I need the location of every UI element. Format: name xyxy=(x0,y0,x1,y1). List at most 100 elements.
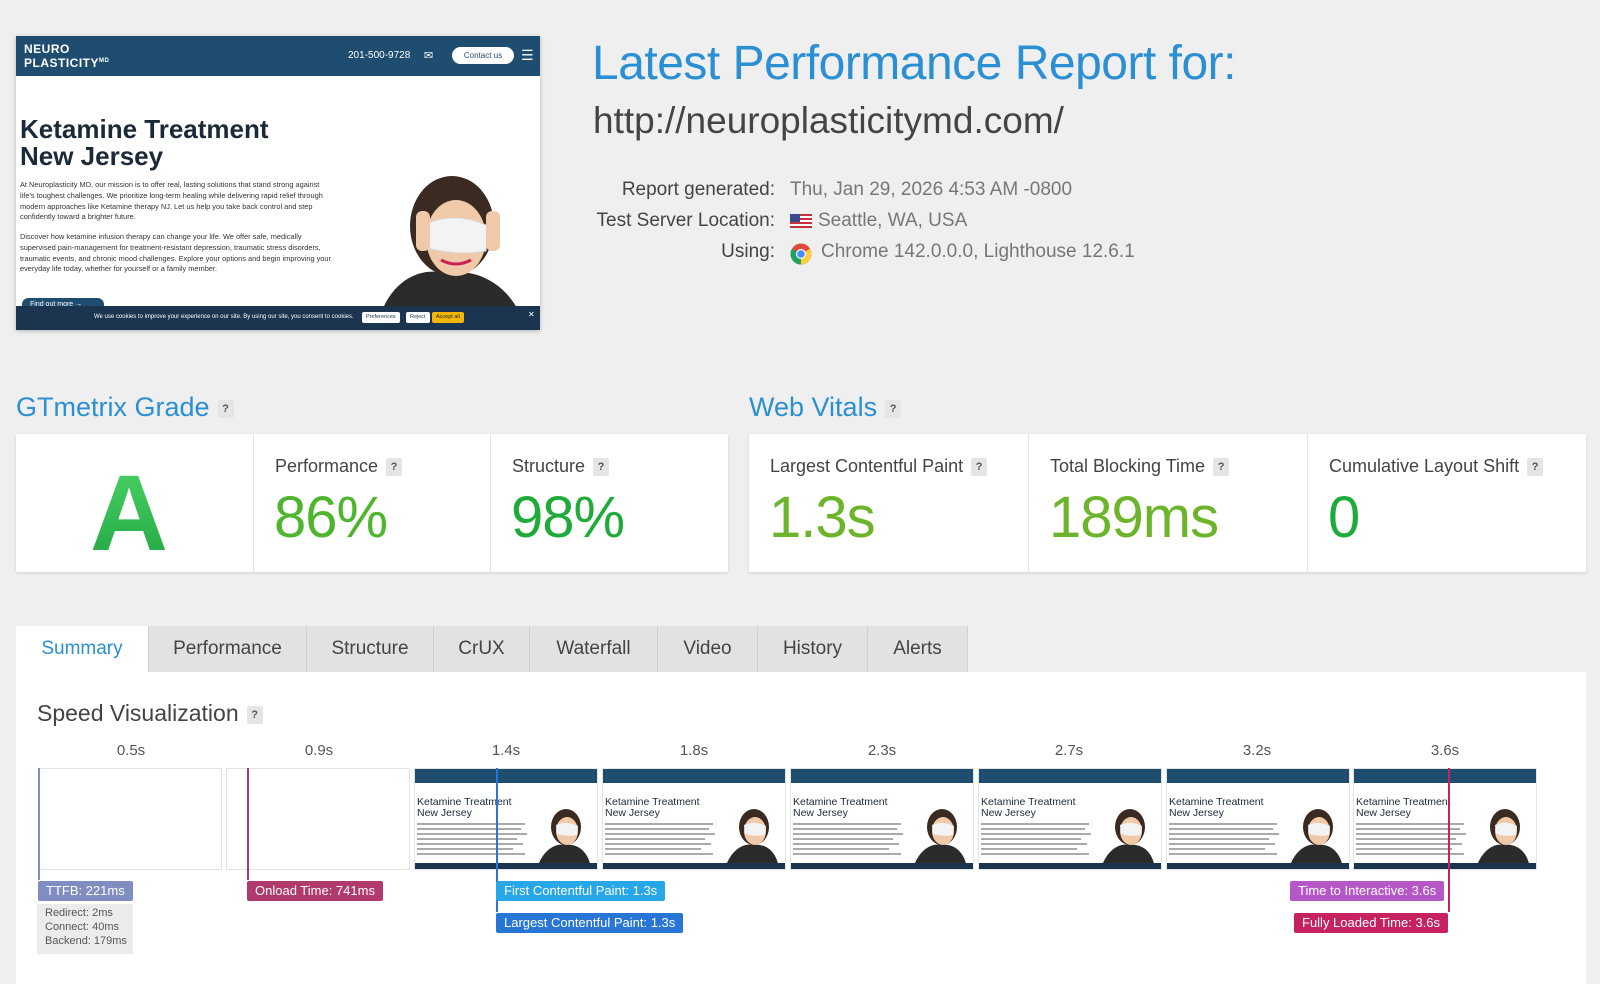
cls-cell: Cumulative Layout Shift? 0 xyxy=(1307,434,1586,572)
tab-performance[interactable]: Performance xyxy=(149,626,307,672)
ttfb-marker[interactable]: TTFB: 221ms xyxy=(38,881,133,901)
tab-structure[interactable]: Structure xyxy=(307,626,434,672)
gtmetrix-grade-card: A Performance? 86% Structure? 98% xyxy=(16,434,728,573)
tbt-label-row: Total Blocking Time? xyxy=(1050,456,1230,477)
frame-cookie-bar xyxy=(1354,863,1536,869)
help-icon[interactable]: ? xyxy=(217,399,234,418)
using-value: Chrome 142.0.0.0, Lighthouse 12.6.1 xyxy=(821,241,1135,262)
help-icon[interactable]: ? xyxy=(885,399,902,418)
help-icon[interactable]: ? xyxy=(386,458,403,477)
preview-phone: 201-500-9728 xyxy=(348,50,411,61)
timeline-tick: 3.2s xyxy=(1242,742,1272,759)
frame-header xyxy=(415,769,597,783)
frame-cookie-bar xyxy=(979,863,1161,869)
fcp-marker[interactable]: First Contentful Paint: 1.3s xyxy=(496,881,666,901)
preview-logo-sup: MD xyxy=(99,58,110,64)
filmstrip-frame[interactable]: Ketamine Treatment New Jersey xyxy=(1166,768,1350,870)
report-title: Latest Performance Report for: xyxy=(592,37,1236,90)
frame-hero-image xyxy=(1101,809,1155,869)
frame-text-line xyxy=(1169,853,1277,855)
tab-summary[interactable]: Summary xyxy=(16,626,149,672)
frame-text-line xyxy=(793,823,901,825)
frame-text-line xyxy=(981,833,1091,835)
tti-marker[interactable]: Time to Interactive: 3.6s xyxy=(1290,881,1445,901)
frame-text-line xyxy=(417,843,523,845)
frame-text-line xyxy=(793,853,901,855)
filmstrip-frame-blank[interactable] xyxy=(226,768,410,870)
frame-header xyxy=(1354,769,1536,783)
frame-hero-image xyxy=(725,809,779,869)
structure-cell: Structure? 98% xyxy=(490,434,728,572)
help-icon[interactable]: ? xyxy=(971,458,988,477)
frame-title: Ketamine Treatment New Jersey xyxy=(417,796,512,819)
frame-text-line xyxy=(1169,848,1265,850)
lcp-label-row: Largest Contentful Paint? xyxy=(770,456,988,477)
tab-history[interactable]: History xyxy=(758,626,868,672)
filmstrip-frame[interactable]: Ketamine Treatment New Jersey xyxy=(978,768,1162,870)
preview-hero-image xyxy=(376,176,526,330)
frame-hero-image xyxy=(1476,809,1530,869)
frame-title: Ketamine Treatment New Jersey xyxy=(981,796,1076,819)
server-location-label: Test Server Location: xyxy=(596,210,775,231)
cls-label: Cumulative Layout Shift xyxy=(1329,456,1520,476)
fully-loaded-line xyxy=(1448,768,1450,912)
frame-text-line xyxy=(981,838,1081,840)
frame-text-line xyxy=(417,838,517,840)
onload-marker[interactable]: Onload Time: 741ms xyxy=(247,881,383,901)
filmstrip-frame[interactable]: Ketamine Treatment New Jersey xyxy=(414,768,598,870)
frame-text-line xyxy=(981,828,1085,830)
frame-cookie-bar xyxy=(415,863,597,869)
frame-cookie-bar xyxy=(1167,863,1349,869)
tab-alerts[interactable]: Alerts xyxy=(868,626,968,672)
performance-value: 86% xyxy=(274,485,388,550)
frame-text-line xyxy=(981,823,1089,825)
tbt-cell: Total Blocking Time? 189ms xyxy=(1028,434,1307,572)
frame-text-line xyxy=(605,848,701,850)
frame-text-line xyxy=(1169,838,1269,840)
filmstrip-frame[interactable]: Ketamine Treatment New Jersey xyxy=(790,768,974,870)
help-icon[interactable]: ? xyxy=(1213,458,1230,477)
tab-crux[interactable]: CrUX xyxy=(434,626,530,672)
frame-text-line xyxy=(981,848,1077,850)
frame-title: Ketamine Treatment New Jersey xyxy=(1356,796,1451,819)
structure-label-row: Structure? xyxy=(512,456,610,477)
structure-label: Structure xyxy=(512,456,586,476)
frame-header xyxy=(603,769,785,783)
frame-text-line xyxy=(605,853,713,855)
preview-logo-text: NEURO PLASTICITY xyxy=(24,42,100,70)
filmstrip-frame[interactable]: Ketamine Treatment New Jersey xyxy=(1353,768,1537,870)
help-icon[interactable]: ? xyxy=(246,705,263,724)
lcp-marker[interactable]: Largest Contentful Paint: 1.3s xyxy=(496,913,684,933)
preview-cookie-preferences: Preferences xyxy=(362,312,400,323)
help-icon[interactable]: ? xyxy=(593,458,610,477)
frame-title: Ketamine Treatment New Jersey xyxy=(793,796,888,819)
frame-text-line xyxy=(981,853,1089,855)
report-generated-value: Thu, Jan 29, 2026 4:53 AM -0800 xyxy=(790,179,1073,200)
performance-cell: Performance? 86% xyxy=(253,434,490,572)
timeline-tick: 0.9s xyxy=(304,742,334,759)
preview-paragraph: Discover how ketamine infusion therapy c… xyxy=(20,232,331,274)
filmstrip-frame[interactable]: Ketamine Treatment New Jersey xyxy=(602,768,786,870)
help-icon[interactable]: ? xyxy=(1527,458,1544,477)
server-location-value: Seattle, WA, USA xyxy=(818,210,968,231)
timeline-tick: 1.4s xyxy=(491,742,521,759)
frame-text-line xyxy=(605,833,715,835)
frame-text-line xyxy=(793,848,889,850)
frame-text-line xyxy=(417,828,521,830)
filmstrip-frame-blank[interactable] xyxy=(38,768,222,870)
report-url[interactable]: http://neuroplasticitymd.com/ xyxy=(593,100,1064,142)
fully-loaded-marker[interactable]: Fully Loaded Time: 3.6s xyxy=(1294,913,1449,933)
ttfb-line xyxy=(38,768,40,880)
lcp-label: Largest Contentful Paint xyxy=(770,456,964,476)
gtmetrix-grade-title: GTmetrix Grade xyxy=(16,392,210,422)
mail-icon: ✉ xyxy=(424,50,434,62)
cls-label-row: Cumulative Layout Shift? xyxy=(1329,456,1544,477)
frame-text-line xyxy=(793,838,893,840)
tab-waterfall[interactable]: Waterfall xyxy=(530,626,658,672)
site-screenshot: NEURO PLASTICITYMD 201-500-9728 ✉ Contac… xyxy=(16,36,540,330)
frame-text-line xyxy=(605,828,709,830)
frame-text-line xyxy=(1356,843,1462,845)
frame-text-line xyxy=(605,838,705,840)
tab-video[interactable]: Video xyxy=(658,626,758,672)
preview-heading: Ketamine Treatment New Jersey xyxy=(20,114,269,171)
